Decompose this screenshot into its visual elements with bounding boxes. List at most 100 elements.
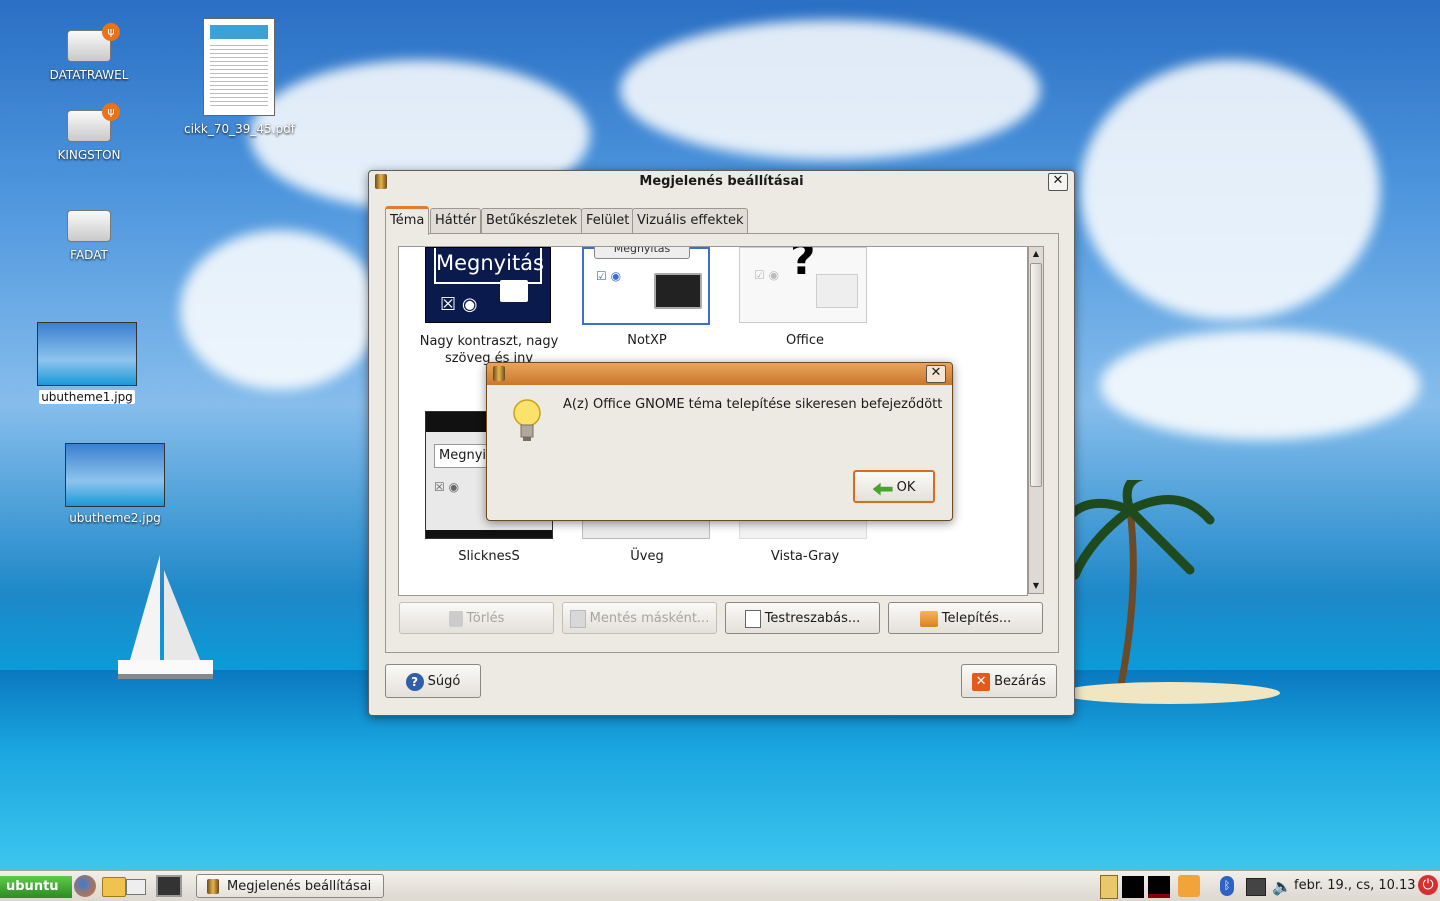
delete-button-label: Törlés: [466, 611, 505, 626]
theme-preview-office[interactable]: ? ☑ ◉: [739, 247, 867, 323]
app-icon: [375, 174, 387, 189]
home-folder-icon[interactable]: [102, 877, 126, 897]
install-button-label: Telepítés...: [941, 611, 1012, 626]
dialog-titlebar[interactable]: ✕: [487, 363, 952, 385]
desktop-icon-datatrawel[interactable]: ψ DATATRAWEL: [34, 23, 144, 82]
app-icon: [207, 879, 219, 894]
desktop-icon-label: ubutheme1.jpg: [39, 390, 135, 404]
lightbulb-icon: [513, 399, 541, 441]
workspace-2[interactable]: [1148, 876, 1170, 898]
delete-button[interactable]: Törlés: [399, 602, 554, 634]
theme-list-scrollbar[interactable]: ▲ ▼: [1028, 246, 1044, 594]
save-as-button[interactable]: Mentés másként...: [562, 602, 717, 634]
desktop-icon-ubutheme1[interactable]: ubutheme1.jpg: [32, 322, 142, 404]
preview-button: Megnyitás: [434, 248, 544, 284]
bluetooth-icon[interactable]: ᛒ: [1220, 876, 1234, 896]
show-desktop-icon[interactable]: [156, 875, 182, 897]
close-button-label: Bezárás: [994, 674, 1046, 689]
help-button[interactable]: ? Súgó: [385, 664, 481, 698]
scroll-up-arrow-icon[interactable]: ▲: [1029, 247, 1043, 261]
document-icon: [569, 609, 586, 628]
theme-preview-high-contrast[interactable]: Megnyitás ☒ ◉: [425, 247, 551, 323]
desktop-icon-label: FADAT: [70, 248, 108, 262]
close-button[interactable]: ✕ Bezárás: [961, 664, 1057, 698]
desktop-icon-kingston[interactable]: ψ KINGSTON: [34, 103, 144, 162]
ubuntu-menu-button[interactable]: ubuntu: [0, 876, 72, 898]
update-notifier-icon[interactable]: [1178, 875, 1200, 897]
monitor-icon: [654, 273, 702, 309]
install-button[interactable]: Telepítés...: [888, 602, 1043, 634]
theme-name: NotXP: [627, 333, 667, 348]
edit-document-icon: [744, 609, 761, 628]
desktop-icon-pdf[interactable]: cikk_70_39_45.pdf: [184, 18, 295, 136]
app-icon: [493, 366, 505, 381]
desktop-icon-label: DATATRAWEL: [49, 68, 129, 82]
save-as-button-label: Mentés másként...: [589, 611, 710, 626]
preview-bottombar: [426, 530, 552, 538]
bottom-panel: ubuntu Megjelenés beállításai ᛒ 🔈 febr. …: [0, 870, 1440, 901]
desktop-icon-fadat[interactable]: FADAT: [34, 210, 144, 262]
tab-visual-effects[interactable]: Vizuális effektek: [632, 208, 749, 233]
clipboard-icon[interactable]: [1100, 875, 1118, 899]
tab-fonts[interactable]: Betűkészletek: [481, 208, 583, 233]
theme-name: SlicknesS: [458, 549, 520, 564]
image-thumbnail-icon: [65, 443, 165, 507]
image-thumbnail-icon: [37, 322, 137, 386]
usb-drive-icon: ψ: [67, 103, 120, 142]
help-icon: ?: [405, 672, 424, 691]
cloud: [1100, 330, 1420, 440]
ubuntu-menu-label: ubuntu: [6, 879, 59, 894]
folder-icon: [500, 280, 528, 302]
package-icon: [919, 610, 938, 627]
window-close-button[interactable]: ✕: [1048, 173, 1068, 191]
checkbox-icon: ☑ ◉: [754, 268, 780, 282]
tab-theme[interactable]: Téma: [385, 206, 430, 235]
theme-preview-notxp[interactable]: Megnyitás ☑ ◉: [582, 247, 710, 325]
dialog-close-button[interactable]: ✕: [926, 365, 946, 383]
checkbox-icon: ☒ ◉: [434, 480, 460, 494]
cloud: [620, 20, 1040, 160]
dialog-message: A(z) Office GNOME téma telepítése sikere…: [563, 397, 943, 412]
tab-background[interactable]: Háttér: [430, 208, 482, 233]
cloud: [1080, 60, 1380, 320]
usb-drive-icon: ψ: [67, 23, 120, 62]
network-icon[interactable]: [1246, 878, 1266, 896]
install-success-dialog: ✕ A(z) Office GNOME téma telepítése sike…: [486, 362, 953, 521]
ok-button-label: OK: [896, 480, 916, 495]
workspace-1[interactable]: [1122, 876, 1144, 898]
checkbox-icon: ☒ ◉: [440, 294, 478, 315]
scroll-thumb[interactable]: [1030, 263, 1042, 487]
power-icon[interactable]: ⏻: [1418, 875, 1438, 895]
help-button-label: Súgó: [427, 674, 461, 689]
theme-name: Office: [786, 333, 824, 348]
pdf-thumbnail-icon: [203, 18, 275, 116]
sailboat-image: [118, 555, 213, 679]
desktop-icon-ubutheme2[interactable]: ubutheme2.jpg: [60, 443, 170, 525]
desktop-icon-label: ubutheme2.jpg: [69, 511, 161, 525]
checkbox-icon: ☑ ◉: [596, 269, 622, 283]
ok-arrow-icon: [872, 482, 893, 496]
folder-icon: [816, 274, 858, 308]
tab-interface[interactable]: Felület: [581, 208, 635, 233]
desktop-icon-label: KINGSTON: [57, 148, 121, 162]
mail-icon[interactable]: [126, 879, 146, 895]
scroll-down-arrow-icon[interactable]: ▼: [1029, 579, 1043, 593]
desktop-icon-label: cikk_70_39_45.pdf: [184, 122, 295, 136]
customize-button[interactable]: Testreszabás...: [725, 602, 880, 634]
cloud: [180, 230, 380, 390]
ok-button[interactable]: OK: [853, 470, 935, 503]
window-titlebar[interactable]: Megjelenés beállításai ✕: [369, 171, 1074, 193]
taskbar-window-label: Megjelenés beállításai: [227, 879, 372, 894]
firefox-icon[interactable]: [74, 875, 96, 897]
missing-icon: ?: [790, 246, 816, 285]
island-image: [1060, 480, 1280, 704]
taskbar-window-button[interactable]: Megjelenés beállításai: [196, 874, 384, 898]
window-title: Megjelenés beállításai: [639, 174, 804, 189]
volume-icon[interactable]: 🔈: [1272, 877, 1292, 896]
clock[interactable]: febr. 19., cs, 10.13: [1294, 871, 1416, 901]
drive-icon: [67, 210, 111, 242]
trash-icon: [448, 610, 463, 627]
close-x-icon: ✕: [972, 672, 991, 691]
theme-name: Vista-Gray: [770, 549, 840, 564]
preview-button: Megnyitás: [594, 247, 690, 259]
